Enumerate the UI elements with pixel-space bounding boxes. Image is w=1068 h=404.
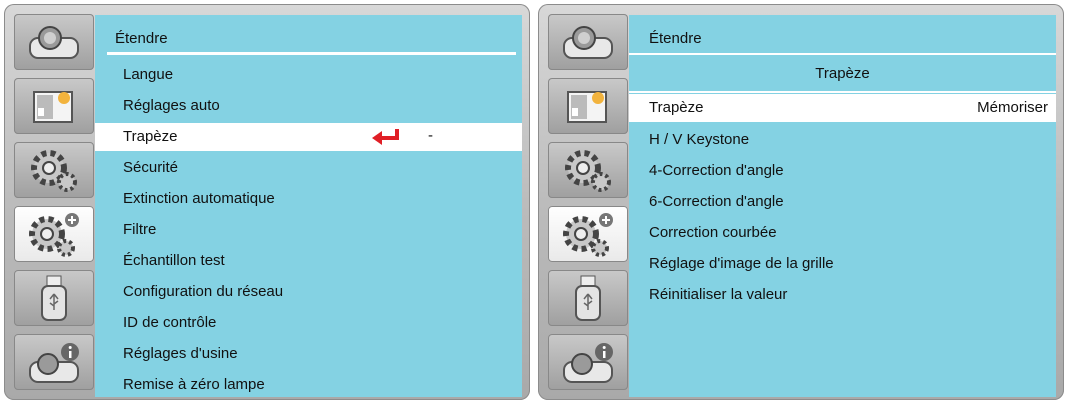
submenu-item-hv-keystone[interactable]: H / V Keystone [629,126,1056,154]
osd-window-left: Étendre Langue Réglages auto Trapèze - S… [4,4,530,400]
sidebar-tile-projector[interactable] [14,14,94,70]
sidebar-tile-projector[interactable] [548,14,628,70]
menu-item-echantillon-test[interactable]: Échantillon test [95,247,522,275]
sidebar-tile-extended[interactable] [14,206,94,262]
menu-panel-trapeze: Étendre Trapèze Trapèze Mémoriser H / V … [629,15,1056,397]
submenu-item-trapeze[interactable]: Trapèze Mémoriser [629,94,1056,122]
picture-adjust-icon [567,91,607,123]
menu-title: Étendre [115,30,168,47]
item-value: - [428,127,433,144]
submenu-item-4-correction[interactable]: 4-Correction d'angle [629,157,1056,185]
menu-title: Étendre [649,30,702,47]
info-projector-icon [29,343,79,383]
sidebar-icons [548,14,628,394]
submenu-item-6-correction[interactable]: 6-Correction d'angle [629,188,1056,216]
menu-item-securite[interactable]: Sécurité [95,154,522,182]
extended-settings-gear-plus-icon [563,213,613,257]
header-divider [629,53,1056,55]
menu-item-trapeze[interactable]: Trapèze - [95,123,522,151]
sidebar-tile-picture[interactable] [14,78,94,134]
usb-icon [575,275,601,321]
submenu-item-reinitialiser[interactable]: Réinitialiser la valeur [629,281,1056,309]
osd-window-right: Étendre Trapèze Trapèze Mémoriser H / V … [538,4,1064,400]
menu-item-langue[interactable]: Langue [95,61,522,89]
menu-item-reglages-auto[interactable]: Réglages auto [95,92,522,120]
usb-icon [41,275,67,321]
sidebar-tile-info[interactable] [14,334,94,390]
info-projector-icon [563,343,613,383]
projector-icon [563,26,613,59]
sidebar-tile-picture[interactable] [548,78,628,134]
submenu-item-correction-courbee[interactable]: Correction courbée [629,219,1056,247]
enter-arrow-icon [372,129,399,145]
projector-icon [29,26,79,59]
menu-item-id-controle[interactable]: ID de contrôle [95,309,522,337]
picture-adjust-icon [33,91,73,123]
menu-item-extinction-automatique[interactable]: Extinction automatique [95,185,522,213]
sidebar-tile-usb[interactable] [14,270,94,326]
sidebar-tile-extended[interactable] [548,206,628,262]
menu-panel-extend: Étendre Langue Réglages auto Trapèze - S… [95,15,522,397]
item-value: Mémoriser [977,99,1048,116]
menu-item-configuration-reseau[interactable]: Configuration du réseau [95,278,522,306]
menu-item-filtre[interactable]: Filtre [95,216,522,244]
menu-header: Étendre [629,15,1056,55]
submenu-title: Trapèze [815,65,870,82]
settings-gear-icon [565,150,611,192]
submenu-item-reglage-grille[interactable]: Réglage d'image de la grille [629,250,1056,278]
sidebar-tile-settings[interactable] [548,142,628,198]
menu-item-reglages-usine[interactable]: Réglages d'usine [95,340,522,368]
sidebar-tile-info[interactable] [548,334,628,390]
submenu-divider [629,91,1056,93]
sidebar-tile-settings[interactable] [14,142,94,198]
menu-item-remise-zero-lampe[interactable]: Remise à zéro lampe [95,371,522,399]
header-divider [107,52,516,55]
extended-settings-gear-plus-icon [29,213,79,257]
menu-header: Étendre [95,15,522,55]
sidebar-tile-usb[interactable] [548,270,628,326]
settings-gear-icon [31,150,77,192]
sidebar-icons [14,14,94,394]
